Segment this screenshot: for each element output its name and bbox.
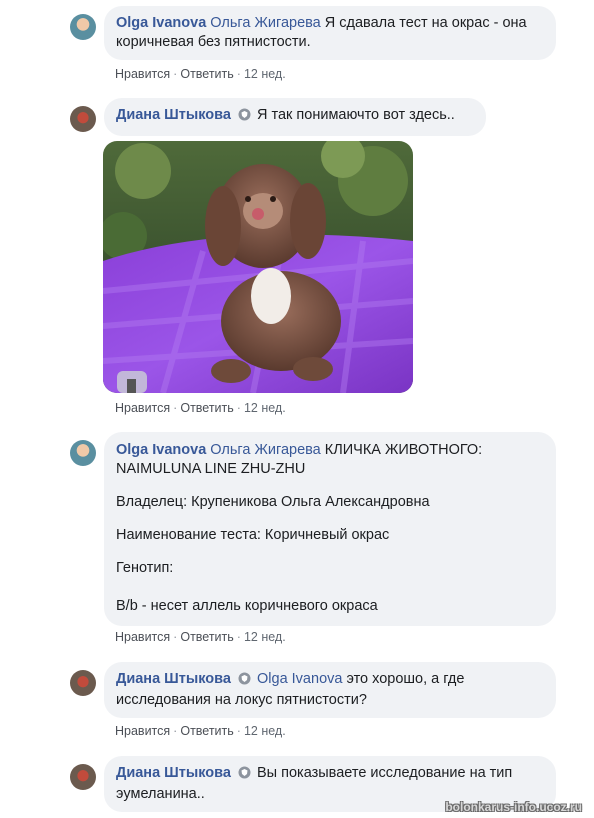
author-name[interactable]: Диана Штыкова xyxy=(116,107,231,123)
reply-link[interactable]: Ответить xyxy=(180,630,233,644)
avatar-diana-shtykova[interactable] xyxy=(70,106,96,132)
mention-link[interactable]: Olga Ivanova xyxy=(257,671,342,687)
comment-text: NAIMULUNA LINE ZHU-ZHU xyxy=(116,461,306,477)
reply-link[interactable]: Ответить xyxy=(180,67,233,81)
mention-link[interactable]: Ольга Жигарева xyxy=(210,442,320,458)
comment-text: КЛИЧКА ЖИВОТНОГО: xyxy=(324,442,483,458)
result-line: B/b - несет аллель коричневого окраса xyxy=(116,598,378,614)
author-name[interactable]: Диана Штыкова xyxy=(116,671,231,687)
separator-dot: · xyxy=(236,67,241,81)
like-link[interactable]: Нравится xyxy=(115,401,170,415)
comment-bubble-1: Olga Ivanova Ольга Жигарева Я сдавала те… xyxy=(104,6,556,60)
separator-dot: · xyxy=(236,401,241,415)
genotype-line: Генотип: xyxy=(116,560,174,576)
avatar-olga-ivanova[interactable] xyxy=(70,440,96,466)
author-name[interactable]: Olga Ivanova xyxy=(116,15,206,31)
comment-header: Olga Ivanova Ольга Жигарева КЛИЧКА ЖИВОТ… xyxy=(116,441,544,479)
separator-dot: · xyxy=(173,724,178,738)
author-name[interactable]: Диана Штыкова xyxy=(116,765,231,781)
comment-bubble-3: Olga Ivanova Ольга Жигарева КЛИЧКА ЖИВОТ… xyxy=(104,432,556,626)
comment-bubble-2: Диана Штыкова Я так понимаючто вот здесь… xyxy=(104,98,486,136)
like-link[interactable]: Нравится xyxy=(115,724,170,738)
attached-photo[interactable] xyxy=(103,141,413,393)
comment-actions: Нравится · Ответить · 12 нед. xyxy=(115,401,286,415)
comment-actions: Нравится · Ответить · 12 нед. xyxy=(115,724,286,738)
separator-dot: · xyxy=(173,630,178,644)
comment-actions: Нравится · Ответить · 12 нед. xyxy=(115,67,286,81)
separator-dot: · xyxy=(173,67,178,81)
separator-dot: · xyxy=(173,401,178,415)
timestamp[interactable]: 12 нед. xyxy=(244,724,286,738)
avatar-diana-shtykova[interactable] xyxy=(70,670,96,696)
comment-bubble-4: Диана Штыкова Olga Ivanova это хорошо, а… xyxy=(104,662,556,718)
avatar-diana-shtykova[interactable] xyxy=(70,764,96,790)
mention-link[interactable]: Ольга Жигарева xyxy=(210,15,320,31)
separator-dot: · xyxy=(236,630,241,644)
owner-line: Владелец: Крупеникова Ольга Александровн… xyxy=(116,494,430,510)
shield-icon xyxy=(238,108,251,127)
reply-link[interactable]: Ответить xyxy=(180,401,233,415)
author-name[interactable]: Olga Ivanova xyxy=(116,442,206,458)
timestamp[interactable]: 12 нед. xyxy=(244,401,286,415)
watermark: bolonkarus-info.ucoz.ru xyxy=(445,800,582,814)
timestamp[interactable]: 12 нед. xyxy=(244,67,286,81)
shield-icon xyxy=(238,766,251,785)
comment-text: Я так понимаючто вот здесь.. xyxy=(257,107,455,123)
comment-actions: Нравится · Ответить · 12 нед. xyxy=(115,630,286,644)
like-link[interactable]: Нравится xyxy=(115,630,170,644)
like-link[interactable]: Нравится xyxy=(115,67,170,81)
avatar-olga-ivanova[interactable] xyxy=(70,14,96,40)
test-line: Наименование теста: Коричневый окрас xyxy=(116,527,390,543)
separator-dot: · xyxy=(236,724,241,738)
shield-icon xyxy=(238,672,251,691)
timestamp[interactable]: 12 нед. xyxy=(244,630,286,644)
reply-link[interactable]: Ответить xyxy=(180,724,233,738)
